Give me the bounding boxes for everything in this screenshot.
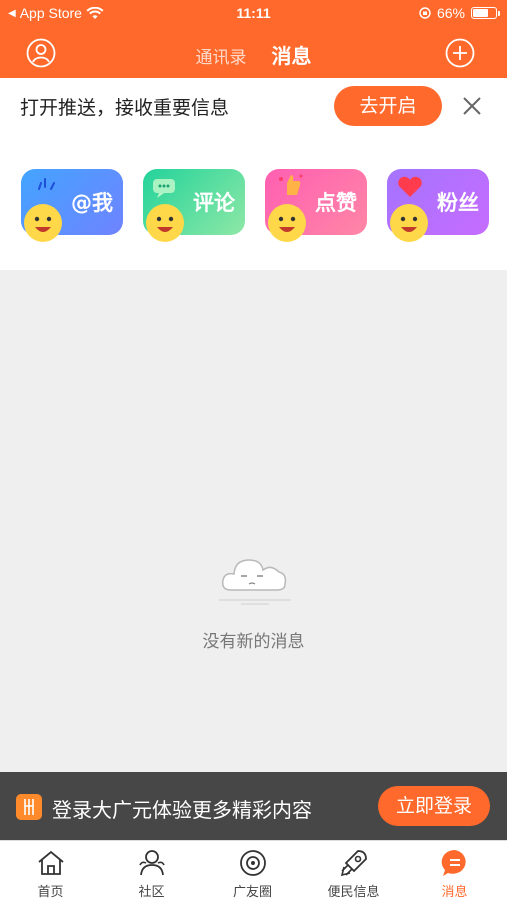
tab-services[interactable]: 便民信息 — [303, 845, 404, 900]
empty-message: 没有新的消息 — [202, 632, 305, 652]
rocket-icon — [340, 850, 367, 877]
tab-messages-bottom[interactable]: 消息 — [404, 845, 505, 900]
message-icon — [441, 849, 466, 876]
tab-circle[interactable]: 广友圈 — [202, 845, 303, 900]
category-label: 评论 — [193, 191, 235, 215]
status-bar: ◀ App Store 11:11 66% — [0, 0, 507, 28]
tab-contacts[interactable]: 通讯录 — [195, 43, 246, 68]
login-button[interactable]: 立即登录 — [378, 786, 490, 826]
login-prompt-text: 登录大广元体验更多精彩内容 — [52, 798, 312, 822]
nav-tabs: 通讯录 消息 — [0, 40, 507, 69]
comment-icon — [153, 179, 175, 198]
empty-state: 没有新的消息 — [0, 270, 507, 772]
battery-fill — [473, 9, 488, 17]
smiley-icon — [24, 204, 62, 242]
like-icon — [279, 174, 303, 195]
home-icon — [37, 850, 64, 875]
nav-bar: 通讯录 消息 — [0, 28, 507, 78]
category-at-me[interactable]: @我 — [21, 169, 123, 242]
cloud-icon — [219, 559, 291, 605]
add-icon[interactable] — [445, 38, 475, 68]
login-bar: 登录大广元体验更多精彩内容 立即登录 — [0, 772, 507, 840]
category-label: 粉丝 — [437, 191, 479, 215]
enable-push-button[interactable]: 去开启 — [334, 86, 442, 126]
orientation-lock-icon — [419, 7, 431, 19]
tab-label: 广友圈 — [232, 885, 272, 900]
tab-label: 消息 — [441, 885, 468, 900]
tab-messages[interactable]: 消息 — [272, 40, 312, 69]
bottom-tab-bar: 首页 社区 广友圈 便民信息 消息 — [0, 840, 507, 900]
battery-icon — [471, 7, 500, 19]
tab-label: 社区 — [138, 885, 165, 900]
fans-icon — [398, 176, 422, 197]
message-categories: @我 评论 点赞 粉丝 — [0, 134, 507, 270]
category-label: 点赞 — [315, 191, 357, 215]
push-banner-text: 打开推送，接收重要信息 — [20, 97, 230, 119]
community-icon — [138, 850, 165, 876]
category-comments[interactable]: 评论 — [143, 169, 245, 242]
category-fans[interactable]: 粉丝 — [387, 169, 489, 242]
tab-label: 首页 — [37, 885, 64, 900]
battery-percent: 66% — [436, 5, 465, 21]
smiley-icon — [268, 204, 306, 242]
logo-glyph-icon — [24, 799, 34, 815]
tab-home[interactable]: 首页 — [0, 845, 101, 900]
at-me-icon — [38, 178, 55, 190]
category-label: @我 — [71, 191, 113, 215]
status-right: 66% — [419, 5, 500, 21]
category-likes[interactable]: 点赞 — [265, 169, 367, 242]
close-icon[interactable] — [460, 94, 484, 118]
push-banner: 打开推送，接收重要信息 去开启 — [0, 78, 507, 134]
tab-community[interactable]: 社区 — [101, 845, 202, 900]
app-logo-icon — [16, 794, 42, 820]
tab-label: 便民信息 — [327, 885, 380, 900]
header: ◀ App Store 11:11 66% 通讯录 消息 — [0, 0, 507, 78]
smiley-icon — [146, 204, 184, 242]
smiley-icon — [390, 204, 428, 242]
circle-icon — [239, 850, 266, 876]
